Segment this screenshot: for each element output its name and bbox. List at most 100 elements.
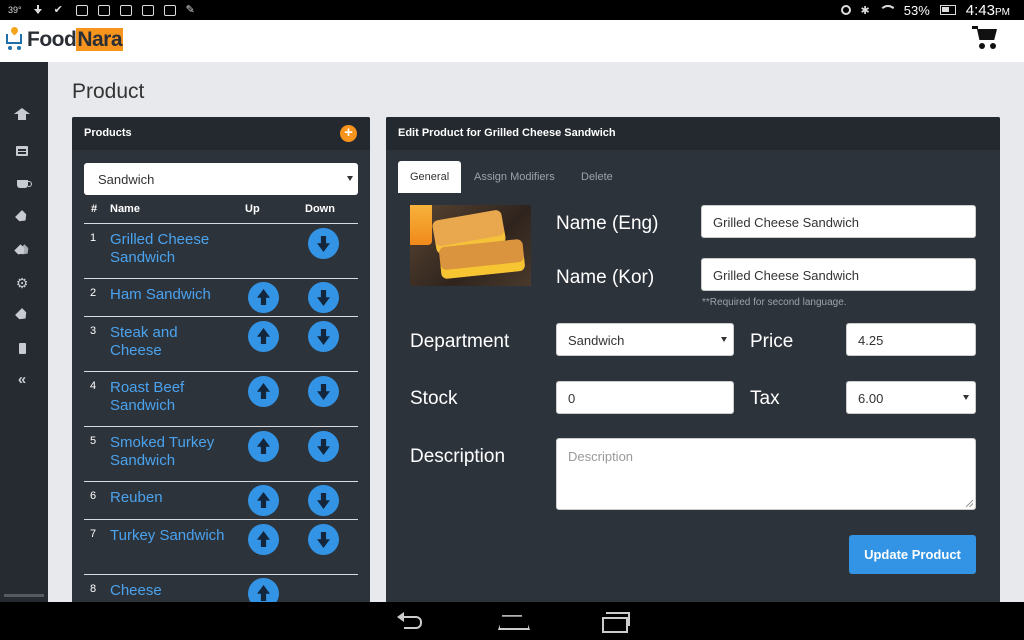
- arrow-up-icon: [257, 383, 270, 399]
- move-down-button[interactable]: [308, 321, 339, 352]
- move-up-button[interactable]: [248, 485, 279, 516]
- product-name[interactable]: Grilled Cheese Sandwich: [110, 231, 230, 267]
- row-number: 7: [90, 528, 97, 540]
- product-name[interactable]: Cheese: [110, 582, 230, 600]
- description-label: Description: [410, 446, 506, 467]
- stock-input[interactable]: 0: [556, 381, 734, 414]
- page-title: Product: [72, 80, 145, 103]
- tax-select[interactable]: 6.00: [846, 381, 976, 414]
- move-down-button[interactable]: [308, 431, 339, 462]
- department-label: Department: [410, 331, 510, 352]
- name-eng-input[interactable]: Grilled Cheese Sandwich: [701, 205, 976, 238]
- column-down: Down: [305, 203, 335, 215]
- arrow-up-icon: [257, 492, 270, 508]
- move-up-button[interactable]: [248, 376, 279, 407]
- products-title: Products: [84, 127, 132, 139]
- product-name[interactable]: Reuben: [110, 489, 230, 507]
- back-icon[interactable]: [397, 612, 423, 629]
- description-textarea[interactable]: Description: [556, 438, 976, 510]
- table-row[interactable]: 3 Steak and Cheese: [84, 316, 358, 371]
- product-name[interactable]: Ham Sandwich: [110, 286, 230, 304]
- table-row[interactable]: 4 Roast Beef Sandwich: [84, 371, 358, 426]
- row-number: 2: [90, 287, 97, 299]
- gallery-icon: [141, 4, 154, 16]
- table-row[interactable]: 8 Cheese: [84, 574, 358, 602]
- move-up-button[interactable]: [248, 282, 279, 313]
- name-kor-label: Name (Kor): [556, 267, 655, 288]
- table-header: # Name Up Down: [72, 203, 370, 223]
- nav-home[interactable]: [14, 108, 30, 126]
- row-number: 5: [90, 435, 97, 447]
- nav-mobile[interactable]: [14, 340, 30, 356]
- product-name[interactable]: Steak and Cheese: [110, 324, 230, 360]
- sidebar-scrollbar[interactable]: [4, 594, 44, 597]
- nav-tags[interactable]: [14, 242, 30, 258]
- nav-tag-2[interactable]: [14, 307, 30, 323]
- second-language-note: **Required for second language.: [702, 297, 847, 308]
- sidebar: ⚙ «: [0, 62, 48, 602]
- tab-assign-modifiers[interactable]: Assign Modifiers: [462, 161, 567, 193]
- row-number: 4: [90, 380, 97, 392]
- battery-percent: 53%: [903, 2, 930, 18]
- move-down-button[interactable]: [308, 228, 339, 259]
- move-up-button[interactable]: [248, 321, 279, 352]
- arrow-down-icon: [317, 439, 330, 455]
- move-up-button[interactable]: [248, 431, 279, 462]
- product-name[interactable]: Smoked Turkey Sandwich: [110, 434, 230, 470]
- move-down-button[interactable]: [308, 376, 339, 407]
- product-photo[interactable]: [410, 205, 531, 286]
- product-name[interactable]: Roast Beef Sandwich: [110, 379, 230, 415]
- table-row[interactable]: 5 Smoked Turkey Sandwich: [84, 426, 358, 481]
- table-row[interactable]: 1 Grilled Cheese Sandwich: [84, 223, 358, 278]
- download-icon: [32, 4, 44, 16]
- edit-product-panel: Edit Product for Grilled Cheese Sandwich…: [386, 117, 1000, 602]
- price-label: Price: [750, 331, 794, 352]
- collapse-icon: «: [17, 371, 27, 388]
- price-input[interactable]: 4.25: [846, 323, 976, 356]
- foodnara-logo[interactable]: FoodNara: [4, 25, 124, 52]
- tag-icon: [15, 308, 29, 322]
- name-kor-input[interactable]: Grilled Cheese Sandwich: [701, 258, 976, 291]
- add-product-button[interactable]: +: [340, 125, 357, 142]
- home-button-icon[interactable]: [498, 614, 526, 628]
- move-down-button[interactable]: [308, 282, 339, 313]
- android-nav-bar: [0, 602, 1024, 640]
- department-select[interactable]: Sandwich: [556, 323, 734, 356]
- arrow-down-icon: [317, 329, 330, 345]
- table-row[interactable]: 6 Reuben: [84, 481, 358, 519]
- tax-label: Tax: [750, 388, 780, 409]
- nav-coffee[interactable]: [14, 176, 32, 192]
- update-product-button[interactable]: Update Product: [849, 535, 976, 574]
- nav-collapse[interactable]: «: [14, 372, 30, 388]
- move-down-button[interactable]: [308, 485, 339, 516]
- location-icon: [840, 5, 851, 15]
- table-row[interactable]: 2 Ham Sandwich: [84, 278, 358, 316]
- shopping-cart-icon[interactable]: [972, 24, 1000, 50]
- nav-tag[interactable]: [14, 209, 30, 225]
- nav-settings[interactable]: ⚙: [14, 275, 30, 291]
- resize-handle-icon[interactable]: [966, 500, 973, 507]
- bluetooth-icon: ✱: [860, 4, 870, 17]
- wrench-icon: ✎: [185, 3, 195, 16]
- product-list: 1 Grilled Cheese Sandwich 2 Ham Sandwich…: [84, 223, 358, 602]
- recent-apps-icon[interactable]: [602, 612, 630, 633]
- table-row[interactable]: 7 Turkey Sandwich: [84, 519, 358, 574]
- tab-general[interactable]: General: [398, 161, 462, 193]
- row-number: 3: [90, 325, 97, 337]
- move-up-button[interactable]: [248, 578, 279, 602]
- status-bar: 39° ✔ ✎ ✱ 53% 4:43PM: [0, 0, 1024, 20]
- no-sim-icon: [163, 4, 176, 16]
- mobile-icon: [18, 342, 26, 354]
- product-name[interactable]: Turkey Sandwich: [110, 527, 230, 545]
- move-up-button[interactable]: [248, 524, 279, 555]
- clock: 4:43PM: [965, 1, 1010, 19]
- tag-icon: [15, 210, 29, 224]
- tab-delete[interactable]: Delete: [569, 161, 625, 193]
- row-number: 1: [90, 232, 97, 244]
- arrow-up-icon: [257, 438, 270, 454]
- move-down-button[interactable]: [308, 524, 339, 555]
- arrow-up-icon: [257, 289, 270, 305]
- edit-panel-title: Edit Product for Grilled Cheese Sandwich: [398, 127, 616, 139]
- nav-list[interactable]: [14, 143, 30, 159]
- category-select[interactable]: Sandwich: [84, 163, 358, 195]
